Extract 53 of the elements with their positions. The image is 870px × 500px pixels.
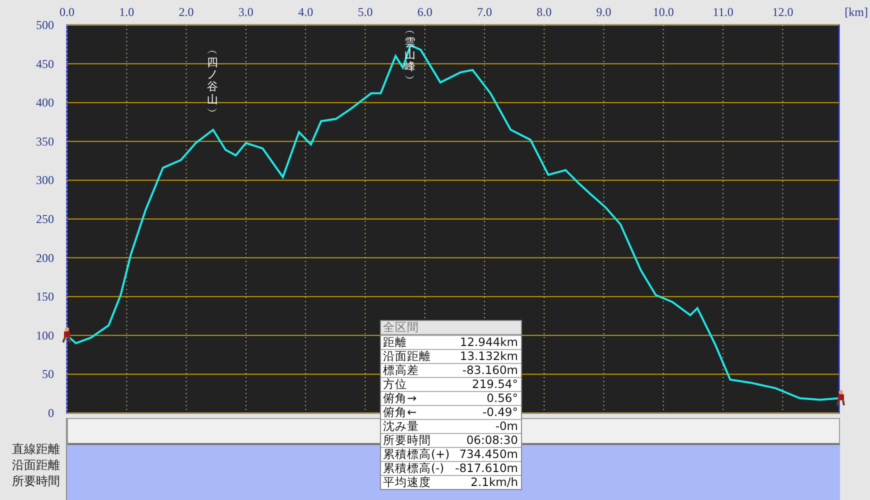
info-label: 累積標高(-) (383, 462, 444, 475)
info-value: 06:08:30 (466, 434, 518, 447)
x-tick-label: 10.0 (652, 5, 674, 19)
x-tick-label: 5.0 (358, 5, 373, 19)
info-label: 標高差 (383, 364, 419, 377)
info-value: 13.132km (460, 350, 518, 363)
info-label: 所要時間 (383, 434, 431, 447)
info-value: -0.49° (482, 406, 518, 419)
info-label: 沿面距離 (383, 350, 431, 363)
x-tick-label: 0.0 (60, 5, 74, 19)
info-value: -0m (495, 420, 518, 433)
info-value: 219.54° (472, 378, 518, 391)
x-tick-label: 2.0 (178, 5, 194, 19)
info-label: 平均速度 (383, 476, 431, 489)
x-tick-label: 7.0 (477, 5, 492, 19)
y-tick-label: 150 (36, 290, 54, 304)
y-tick-label: 400 (36, 96, 54, 110)
info-value: 2.1km/h (470, 476, 518, 489)
info-value: 0.56° (486, 392, 518, 405)
x-tick-label: 8.0 (536, 5, 552, 19)
y-tick-label: 100 (36, 328, 54, 342)
side-label: 所要時間 (12, 473, 60, 489)
x-tick-label: 12.0 (772, 5, 794, 19)
info-label: 俯角→ (383, 392, 417, 405)
hiker-icon (62, 327, 71, 344)
info-value: 734.450m (459, 448, 518, 461)
info-label: 沈み量 (383, 420, 419, 433)
y-tick-label: 500 (36, 18, 54, 32)
hiker-icon (836, 390, 845, 406)
info-label: 距離 (383, 336, 407, 349)
y-tick-label: 250 (36, 212, 54, 226)
info-value: 12.944km (460, 336, 518, 349)
info-value: -817.610m (455, 462, 518, 475)
y-tick-label: 350 (36, 134, 54, 148)
x-tick-label: 11.0 (712, 5, 734, 19)
x-tick-label: 6.0 (417, 5, 432, 19)
side-label: 直線距離 (12, 441, 60, 457)
x-tick-label: 3.0 (238, 5, 254, 19)
y-tick-label: 50 (42, 367, 54, 382)
info-label: 累積標高(+) (383, 448, 450, 461)
y-tick-label: 200 (36, 250, 54, 265)
y-tick-label: 300 (36, 173, 54, 188)
info-label: 方位 (383, 378, 407, 391)
side-label: 沿面距離 (12, 457, 60, 473)
axis-unit: [km] (844, 5, 868, 19)
x-tick-label: 9.0 (596, 5, 612, 19)
y-tick-label: 450 (36, 56, 54, 71)
info-label: 俯角← (383, 406, 417, 419)
x-tick-label: 4.0 (298, 5, 314, 19)
x-tick-label: 1.0 (119, 5, 134, 19)
info-value: -83.160m (462, 364, 518, 377)
panel-title: 全区間 (381, 321, 521, 335)
y-tick-label: 0 (48, 406, 54, 418)
